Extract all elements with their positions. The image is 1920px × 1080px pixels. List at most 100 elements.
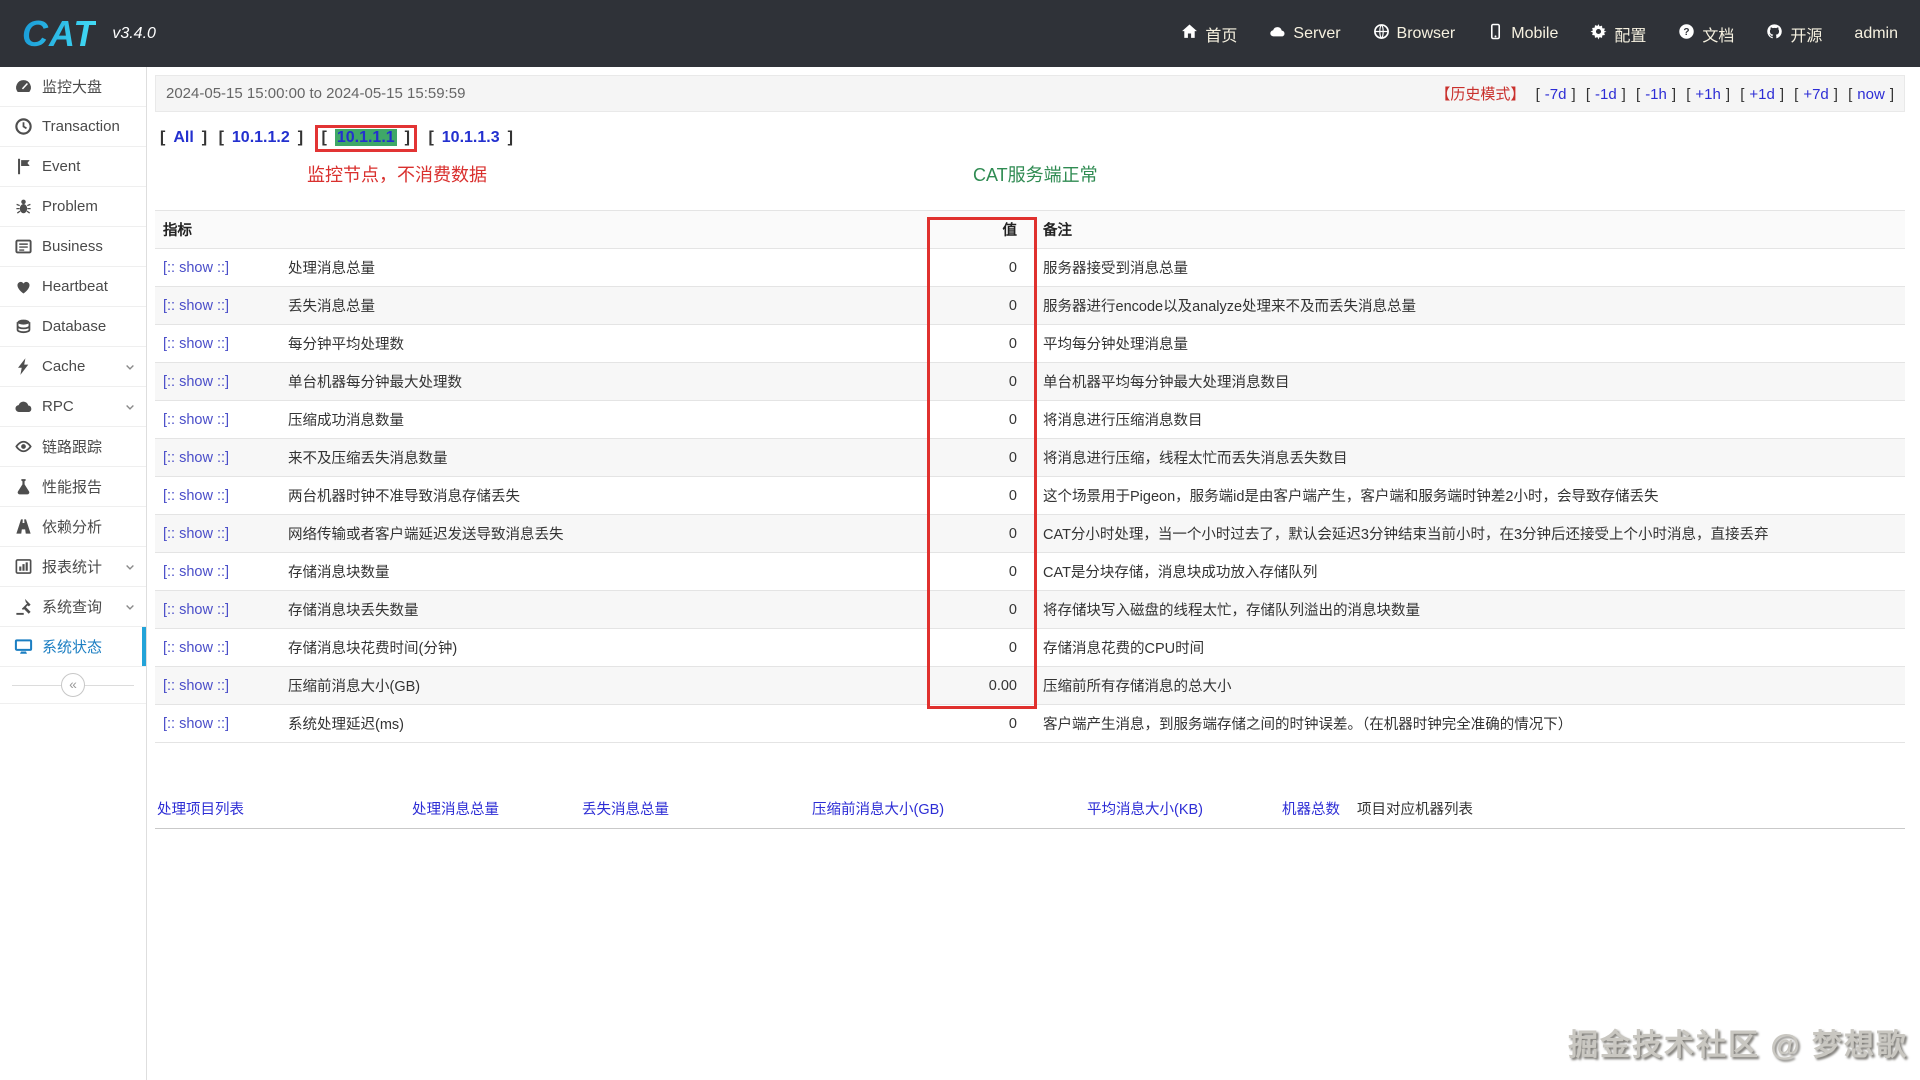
table-row: [:: show ::]系统处理延迟(ms)0客户端产生消息，到服务端存储之间的…: [155, 705, 1905, 743]
metrics-header-row: 指标 值 备注: [155, 211, 1905, 249]
sidebar-item-dependency[interactable]: 依赖分析: [0, 507, 146, 547]
tab-10-1-1-3[interactable]: [10.1.1.3]: [428, 129, 512, 146]
metric-value: 0: [925, 553, 1025, 591]
sidebar-item-heartbeat[interactable]: Heartbeat: [0, 267, 146, 307]
sidebar-item-transaction[interactable]: Transaction: [0, 107, 146, 147]
summary-table: 处理项目列表 处理消息总量 丢失消息总量 压缩前消息大小(GB) 平均消息大小(…: [155, 789, 1905, 829]
history-link-minus1h[interactable]: [-1h]: [1636, 86, 1676, 103]
annotation-red-note: 监控节点，不消费数据: [307, 161, 487, 187]
show-link[interactable]: [:: show ::]: [155, 401, 280, 439]
sidebar-item-dashboard[interactable]: 监控大盘: [0, 67, 146, 107]
sidebar-item-reports[interactable]: 报表统计: [0, 547, 146, 587]
show-link[interactable]: [:: show ::]: [155, 325, 280, 363]
summary-col-size-gb[interactable]: 压缩前消息大小(GB): [810, 789, 1085, 829]
table-row: [:: show ::]网络传输或者客户端延迟发送导致消息丢失0CAT分小时处理…: [155, 515, 1905, 553]
annotation-row: 监控节点，不消费数据 CAT服务端正常: [155, 152, 1905, 196]
metric-value: 0: [925, 705, 1025, 743]
sidebar-item-event[interactable]: Event: [0, 147, 146, 187]
nav-admin[interactable]: admin: [1854, 25, 1898, 43]
show-link[interactable]: [:: show ::]: [155, 249, 280, 287]
history-mode-label[interactable]: 【历史模式】: [1435, 86, 1525, 103]
metric-value: 0: [925, 629, 1025, 667]
database-icon: [14, 317, 33, 336]
history-link-minus1d[interactable]: [-1d]: [1586, 86, 1626, 103]
header-value: 值: [925, 211, 1025, 249]
clock-icon: [14, 117, 33, 136]
sidebar-item-cache[interactable]: Cache: [0, 347, 146, 387]
metric-remark: 将存储块写入磁盘的线程太忙，存储队列溢出的消息块数量: [1025, 591, 1905, 629]
history-link-plus1h[interactable]: [+1h]: [1686, 86, 1730, 103]
history-link-plus7d[interactable]: [+7d]: [1794, 86, 1838, 103]
history-controls: 【历史模式】 [-7d] [-1d] [-1h] [+1h] [+1d] [+7…: [1435, 83, 1894, 104]
sidebar-item-system-status[interactable]: 系统状态: [0, 627, 146, 667]
app-logo[interactable]: CAT: [22, 13, 96, 55]
bar-chart-icon: [14, 557, 33, 576]
collapse-sidebar-button[interactable]: «: [61, 673, 85, 697]
summary-col-machine-count[interactable]: 机器总数: [1280, 789, 1355, 829]
sidebar-item-problem[interactable]: Problem: [0, 187, 146, 227]
show-link[interactable]: [:: show ::]: [155, 287, 280, 325]
metric-name: 存储消息块数量: [280, 553, 925, 591]
tab-all[interactable]: [All]: [160, 129, 207, 146]
cloud-icon: [14, 397, 33, 416]
nav-server[interactable]: Server: [1269, 23, 1340, 45]
show-link[interactable]: [:: show ::]: [155, 477, 280, 515]
nav-docs[interactable]: ? 文档: [1678, 22, 1734, 46]
show-link[interactable]: [:: show ::]: [155, 629, 280, 667]
tab-10-1-1-2[interactable]: [10.1.1.2]: [219, 129, 303, 146]
metric-value: 0: [925, 287, 1025, 325]
show-link[interactable]: [:: show ::]: [155, 363, 280, 401]
summary-col-projects[interactable]: 处理项目列表: [155, 789, 410, 829]
nav-mobile[interactable]: Mobile: [1487, 23, 1558, 45]
nav-opensource[interactable]: 开源: [1766, 22, 1822, 46]
road-icon: [14, 517, 33, 536]
show-link[interactable]: [:: show ::]: [155, 439, 280, 477]
gavel-icon: [14, 597, 33, 616]
header-remark: 备注: [1025, 211, 1905, 249]
sidebar-item-tracing[interactable]: 链路跟踪: [0, 427, 146, 467]
metric-name: 存储消息块花费时间(分钟): [280, 629, 925, 667]
show-link[interactable]: [:: show ::]: [155, 553, 280, 591]
table-row: [:: show ::]压缩前消息大小(GB)0.00压缩前所有存储消息的总大小: [155, 667, 1905, 705]
metric-name: 单台机器每分钟最大处理数: [280, 363, 925, 401]
globe-icon: [1373, 23, 1390, 45]
metric-value: 0: [925, 401, 1025, 439]
summary-header-row: 处理项目列表 处理消息总量 丢失消息总量 压缩前消息大小(GB) 平均消息大小(…: [155, 789, 1905, 829]
nav-config[interactable]: 配置: [1590, 22, 1646, 46]
metric-name: 每分钟平均处理数: [280, 325, 925, 363]
sidebar-item-database[interactable]: Database: [0, 307, 146, 347]
show-link[interactable]: [:: show ::]: [155, 705, 280, 743]
tab-10-1-1-1-selected[interactable]: [10.1.1.1]: [315, 125, 417, 152]
sidebar-item-query[interactable]: 系统查询: [0, 587, 146, 627]
nav-menu: 首页 Server Browser Mobile 配置 ? 文档 开源 admi…: [1181, 22, 1898, 46]
sidebar-collapse-row: «: [0, 667, 146, 704]
metric-remark: 单台机器平均每分钟最大处理消息数目: [1025, 363, 1905, 401]
show-link[interactable]: [:: show ::]: [155, 667, 280, 705]
summary-col-total-messages[interactable]: 处理消息总量: [410, 789, 580, 829]
metric-value: 0: [925, 439, 1025, 477]
history-link-now[interactable]: [now]: [1848, 86, 1894, 103]
sidebar-item-business[interactable]: Business: [0, 227, 146, 267]
metric-remark: 客户端产生消息，到服务端存储之间的时钟误差。（在机器时钟完全准确的情况下）: [1025, 705, 1905, 743]
metric-value: 0: [925, 325, 1025, 363]
sidebar-item-performance[interactable]: 性能报告: [0, 467, 146, 507]
sidebar-item-rpc[interactable]: RPC: [0, 387, 146, 427]
flask-icon: [14, 477, 33, 496]
watermark: 掘金技术社区 @ 梦想歌: [1568, 1020, 1908, 1064]
show-link[interactable]: [:: show ::]: [155, 515, 280, 553]
metric-value: 0: [925, 591, 1025, 629]
history-link-plus1d[interactable]: [+1d]: [1740, 86, 1784, 103]
metrics-table: 指标 值 备注 [:: show ::]处理消息总量0服务器接受到消息总量 [:…: [155, 210, 1905, 743]
summary-col-avg-size-kb[interactable]: 平均消息大小(KB): [1085, 789, 1280, 829]
summary-col-lost-messages[interactable]: 丢失消息总量: [580, 789, 810, 829]
metric-name: 系统处理延迟(ms): [280, 705, 925, 743]
metric-remark: CAT分小时处理，当一个小时过去了，默认会延迟3分钟结束当前小时，在3分钟后还接…: [1025, 515, 1905, 553]
home-icon: [1181, 23, 1198, 45]
heart-icon: [14, 277, 33, 296]
nav-browser[interactable]: Browser: [1373, 23, 1456, 45]
nav-home[interactable]: 首页: [1181, 22, 1237, 46]
metric-remark: 这个场景用于Pigeon，服务端id是由客户端产生，客户端和服务端时钟差2小时，…: [1025, 477, 1905, 515]
table-row: [:: show ::]两台机器时钟不准导致消息存储丢失0这个场景用于Pigeo…: [155, 477, 1905, 515]
history-link-minus7d[interactable]: [-7d]: [1536, 86, 1576, 103]
show-link[interactable]: [:: show ::]: [155, 591, 280, 629]
